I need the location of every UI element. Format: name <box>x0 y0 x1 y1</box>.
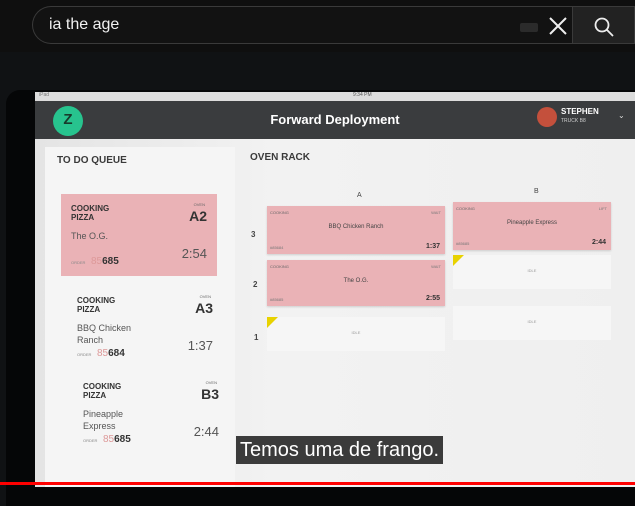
slot-hint: WAIT <box>431 264 441 269</box>
chevron-down-icon: ⌄ <box>618 111 625 120</box>
oven-slot[interactable]: COOKING LIFT Pineapple Express #85685 2:… <box>453 202 611 250</box>
card-oven-label: OVEN <box>193 202 205 207</box>
empty-label: IDLE <box>527 319 537 324</box>
oven-slot-empty[interactable]: IDLE <box>267 317 445 351</box>
subtitle-caption: Temos uma de frango. <box>236 436 443 464</box>
card-oven: A3 <box>195 300 213 316</box>
queue-card: COOKING PIZZA OVEN A2 The O.G. 2:54 ORDE… <box>61 194 217 276</box>
tablet-screen: iPad 9:34 PM Z Forward Deployment STEPHE… <box>35 92 635 487</box>
card-order-label: ORDER <box>77 352 92 357</box>
card-status: COOKING PIZZA <box>77 296 116 314</box>
card-pizza-name: Pineapple Express <box>83 409 124 431</box>
slot-status: COOKING <box>456 206 475 211</box>
user-name: STEPHEN <box>561 107 599 116</box>
slot-pizza-name: BBQ Chicken Ranch <box>328 224 384 230</box>
empty-label: IDLE <box>351 330 361 335</box>
search-input[interactable]: ia the age <box>32 6 572 44</box>
card-status: COOKING PIZZA <box>71 204 110 222</box>
video-progress-fill <box>0 482 635 485</box>
slot-status: COOKING <box>270 210 289 215</box>
card-time: 2:54 <box>181 246 207 261</box>
card-status: COOKING PIZZA <box>83 382 122 400</box>
close-icon[interactable] <box>545 13 571 39</box>
oven-slot-empty[interactable]: IDLE <box>453 306 611 340</box>
card-oven: B3 <box>201 386 219 402</box>
search-bar: ia the age <box>0 0 635 52</box>
slot-time: 1:37 <box>425 243 440 250</box>
video-player[interactable]: iPad 9:34 PM Z Forward Deployment STEPHE… <box>0 52 635 506</box>
slot-order: #85685 <box>456 241 470 246</box>
search-icon <box>594 17 614 37</box>
slot-time: 2:44 <box>591 239 606 246</box>
card-oven: A2 <box>189 208 207 224</box>
card-order-number: 85684 <box>97 348 125 359</box>
oven-slot[interactable]: COOKING WAIT BBQ Chicken Ranch #85684 1:… <box>267 206 445 254</box>
empty-label: IDLE <box>527 268 537 273</box>
card-pizza-name: BBQ Chicken Ranch <box>77 323 132 345</box>
device-status-bar: iPad 9:34 PM <box>35 92 635 101</box>
rack-column-a: A <box>357 192 362 199</box>
card-time: 1:37 <box>187 338 213 353</box>
slot-order: #85685 <box>270 297 284 302</box>
slot-hint: LIFT <box>598 206 607 211</box>
keyboard-icon[interactable] <box>520 23 538 32</box>
slot-hint: WAIT <box>431 210 441 215</box>
slot-marker-icon <box>453 255 464 266</box>
slot-order: #85684 <box>270 245 284 250</box>
slot-pizza-name: Pineapple Express <box>506 220 558 226</box>
user-subtitle: TRUCK B8 <box>561 118 586 124</box>
rack-column-b: B <box>534 188 539 195</box>
search-query-text[interactable]: ia the age <box>49 16 119 34</box>
slot-status: COOKING <box>270 264 289 269</box>
queue-card: COOKING PIZZA OVEN A3 BBQ Chicken Ranch … <box>67 286 223 368</box>
card-order-label: ORDER <box>83 438 98 443</box>
card-time: 2:44 <box>193 424 219 439</box>
rack-title: OVEN RACK <box>250 152 311 163</box>
oven-slot-empty[interactable]: IDLE <box>453 255 611 289</box>
app-header: Z Forward Deployment STEPHEN TRUCK B8 ⌄ <box>35 101 635 139</box>
avatar <box>537 107 557 127</box>
card-order-label: ORDER <box>71 260 86 265</box>
card-oven-label: OVEN <box>205 380 217 385</box>
slot-marker-icon <box>267 317 278 328</box>
oven-slot[interactable]: COOKING WAIT The O.G. #85685 2:55 <box>267 260 445 306</box>
slot-pizza-name: The O.G. <box>343 278 369 284</box>
queue-title: TO DO QUEUE <box>57 155 127 166</box>
card-order-number: 85685 <box>103 434 131 445</box>
video-progress-bar[interactable] <box>0 482 635 485</box>
status-time: 9:34 PM <box>353 92 372 98</box>
rack-row-1: 1 <box>254 333 259 342</box>
slot-time: 2:55 <box>425 295 440 302</box>
rack-row-2: 2 <box>253 280 258 289</box>
status-left-text: iPad <box>39 92 50 98</box>
card-order-number: 85685 <box>91 256 119 267</box>
card-oven-label: OVEN <box>199 294 211 299</box>
queue-card: COOKING PIZZA OVEN B3 Pineapple Express … <box>73 372 229 454</box>
rack-row-3: 3 <box>251 230 256 239</box>
search-button[interactable] <box>572 6 635 44</box>
card-pizza-name: The O.G. <box>71 231 109 241</box>
